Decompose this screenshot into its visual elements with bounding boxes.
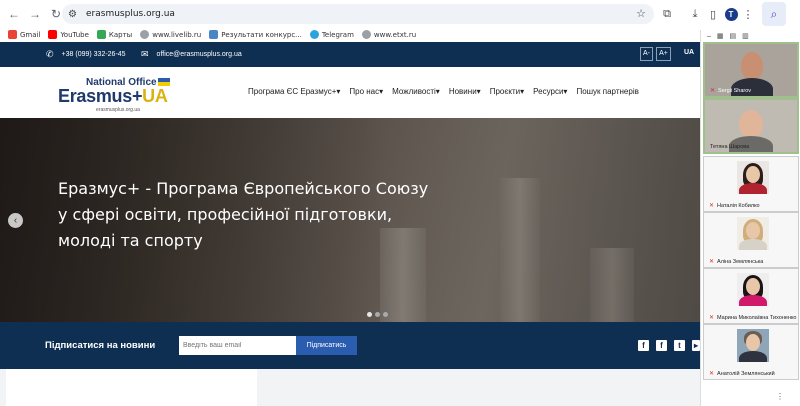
facebook-icon[interactable]: f	[638, 340, 649, 351]
participant-tile[interactable]: ✕ Анатолій Землянський	[703, 324, 799, 380]
profile-avatar[interactable]: T	[724, 5, 738, 23]
youtube-icon	[48, 30, 58, 39]
reload-icon[interactable]: ↻	[49, 7, 63, 21]
nav-projects[interactable]: Проєкти▾	[490, 87, 524, 96]
participant-photo	[737, 273, 769, 306]
slider-dot[interactable]	[375, 312, 380, 317]
participant-tile[interactable]: ✕ Марина Миколаївна Тихоненко	[703, 268, 799, 324]
mic-muted-icon: ✕	[709, 315, 715, 321]
profile-initial: T	[724, 7, 738, 21]
facebook-icon[interactable]: f	[656, 340, 667, 351]
bookmark-telegram[interactable]: Telegram	[309, 30, 354, 39]
participant-video	[739, 110, 763, 138]
participant-tile[interactable]: ✕ Аліна Землянська	[703, 212, 799, 268]
font-decrease-button[interactable]: A-	[640, 47, 653, 61]
gmail-icon	[8, 30, 17, 39]
phone-contact[interactable]: ✆ +38 (099) 332-26-45	[46, 49, 126, 60]
content-card	[6, 369, 257, 406]
erasmus-logo[interactable]: National Office Erasmus+UA erasmusplus.o…	[58, 76, 198, 114]
website-viewport: ✆ +38 (099) 332-26-45 ✉ office@erasmuspl…	[0, 42, 700, 406]
extensions-icon[interactable]: ⧉	[660, 5, 674, 23]
address-bar[interactable]: ⚙ erasmusplus.org.ua ☆	[62, 4, 654, 24]
bookmark-livelib[interactable]: www.livelib.ru	[140, 30, 201, 39]
slider-prev-button[interactable]: ‹	[8, 213, 23, 228]
participant-name: ✕ Наталія Кобилко	[709, 202, 760, 210]
participant-photo	[737, 329, 769, 362]
menu-kebab-icon[interactable]: ⋮	[742, 5, 754, 23]
telegram-icon	[309, 30, 319, 39]
site-header: National Office Erasmus+UA erasmusplus.o…	[0, 67, 700, 118]
download-icon[interactable]: ⤓	[688, 5, 702, 23]
slider-dot[interactable]	[367, 312, 372, 317]
contact-topbar: ✆ +38 (099) 332-26-45 ✉ office@erasmuspl…	[0, 42, 700, 67]
mic-muted-icon: ✕	[709, 259, 715, 265]
nav-program[interactable]: Програма ЄС Еразмус+▾	[248, 87, 340, 96]
more-options-icon[interactable]: ⋮	[776, 392, 784, 401]
globe-icon	[361, 30, 371, 39]
grid-view-icon[interactable]: ▦	[717, 32, 724, 40]
ukraine-flag-icon	[158, 78, 170, 86]
phone-icon: ✆	[46, 49, 54, 59]
nav-about[interactable]: Про нас▾	[349, 87, 383, 96]
logo-url-text: erasmusplus.org.ua	[96, 107, 140, 113]
content-area	[0, 369, 700, 406]
bookmark-gmail[interactable]: Gmail	[8, 30, 40, 39]
participant-photo	[737, 161, 769, 194]
participant-photo	[737, 217, 769, 250]
bookmark-results[interactable]: Результати конкурс...	[209, 30, 302, 39]
twitter-icon[interactable]: t	[674, 340, 685, 351]
hero-slider: Еразмус+ - Програма Європейського Союзу …	[0, 118, 700, 322]
minimize-icon[interactable]: –	[707, 33, 711, 40]
bookmarks-bar: Gmail YouTube Карты www.livelib.ru Резул…	[0, 27, 800, 42]
font-increase-button[interactable]: A+	[656, 47, 671, 61]
language-switch[interactable]: UA	[684, 49, 694, 56]
mic-muted-icon: ✕	[710, 88, 716, 94]
newsletter-bar: Підписатися на новини Підписатись f f t …	[0, 322, 700, 369]
search-icon[interactable]: ⌕	[762, 2, 786, 26]
participant-name: Тетяна Шарова	[710, 144, 750, 150]
participant-name: ✕ Марина Миколаївна Тихоненко	[709, 314, 797, 322]
participant-name: ✕ Аліна Землянська	[709, 258, 764, 266]
call-toolbar: – ▦ ▤ ▥	[701, 30, 800, 42]
envelope-icon: ✉	[141, 49, 149, 59]
participant-name: ✕ Sergii Sharov	[710, 87, 752, 95]
participant-tile[interactable]: ✕ Наталія Кобилко	[703, 156, 799, 212]
newsletter-label: Підписатися на новини	[45, 340, 156, 351]
address-url: erasmusplus.org.ua	[86, 9, 175, 19]
email-contact[interactable]: ✉ office@erasmusplus.org.ua	[141, 49, 242, 60]
nav-resources[interactable]: Ресурси▾	[533, 87, 567, 96]
main-navigation: Програма ЄС Еразмус+▾ Про нас▾ Можливост…	[248, 87, 648, 96]
participant-name: ✕ Анатолій Землянський	[709, 370, 775, 378]
email-input[interactable]	[179, 336, 296, 355]
logo-main-text: Erasmus+UA	[58, 86, 168, 106]
mic-muted-icon: ✕	[709, 371, 715, 377]
nav-opportunities[interactable]: Можливості▾	[392, 87, 440, 96]
subscribe-button[interactable]: Підписатись	[296, 336, 357, 355]
site-info-icon[interactable]: ⚙	[68, 9, 82, 20]
bookmark-etxt[interactable]: www.etxt.ru	[361, 30, 416, 39]
speaker-view-icon[interactable]: ▤	[730, 32, 737, 40]
hero-title: Еразмус+ - Програма Європейського Союзу …	[58, 179, 429, 250]
back-icon[interactable]: ←	[7, 7, 21, 21]
participant-tile[interactable]: Тетяна Шарова	[703, 98, 799, 154]
layout-icon[interactable]: ▥	[742, 32, 749, 40]
participant-video	[741, 52, 763, 80]
participant-tile[interactable]: ✕ Sergii Sharov	[703, 42, 799, 98]
video-call-panel: – ▦ ▤ ▥ ✕ Sergii Sharov Тетяна Шарова ✕ На…	[700, 30, 800, 406]
mic-muted-icon: ✕	[709, 203, 715, 209]
youtube-icon[interactable]: ▸	[692, 340, 700, 351]
slider-dots	[367, 312, 391, 317]
forward-icon[interactable]: →	[28, 7, 42, 21]
slider-dot[interactable]	[383, 312, 388, 317]
browser-toolbar: ← → ↻ ⚙ erasmusplus.org.ua ☆ ⧉ ⤓ ▯ T ⋮ ⌕	[0, 0, 800, 27]
globe-icon	[140, 30, 150, 39]
bookmark-youtube[interactable]: YouTube	[48, 30, 89, 39]
nav-news[interactable]: Новини▾	[449, 87, 481, 96]
maps-icon	[96, 30, 106, 39]
shield-icon	[209, 30, 219, 39]
nav-partner-search[interactable]: Пошук партнерів	[576, 87, 638, 96]
side-panel-icon[interactable]: ▯	[706, 5, 720, 23]
bookmark-star-icon[interactable]: ☆	[636, 7, 646, 20]
bookmark-maps[interactable]: Карты	[96, 30, 132, 39]
